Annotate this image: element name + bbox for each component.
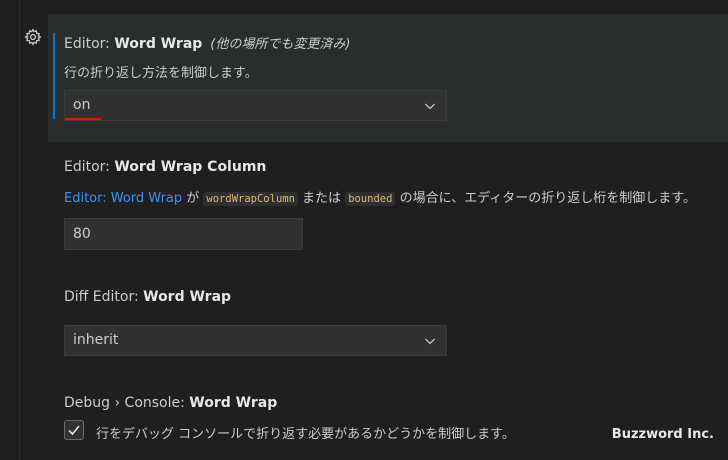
word-wrap-column-input[interactable]: 80: [64, 218, 303, 250]
gutter-divider: [19, 0, 20, 460]
focus-indicator: [53, 33, 55, 119]
modified-note: (他の場所でも変更済み): [210, 37, 351, 52]
setting-category: Debug › Console:: [64, 395, 190, 411]
select-value: on: [73, 97, 91, 113]
select-value: inherit: [73, 332, 119, 348]
setting-category: Diff Editor:: [64, 289, 144, 305]
setting-description: 行をデバッグ コンソールで折り返す必要があるかどうかを制御します。: [96, 427, 515, 442]
watermark: Buzzword Inc.: [611, 427, 714, 442]
gear-icon[interactable]: [24, 28, 42, 46]
debug-console-word-wrap-checkbox[interactable]: [64, 420, 84, 440]
setting-description: 行の折り返し方法を制御します。: [64, 66, 258, 81]
setting-link[interactable]: Editor: Word Wrap: [64, 191, 182, 206]
code-word-wrap-column: wordWrapColumn: [203, 192, 298, 206]
setting-category: Editor:: [64, 159, 115, 175]
word-wrap-select[interactable]: on: [64, 90, 447, 121]
setting-title: Editor: Word Wrap Column: [64, 159, 266, 175]
desc-text: が: [182, 191, 204, 206]
input-value: 80: [73, 226, 91, 242]
code-bounded: bounded: [345, 192, 396, 206]
setting-title: Editor: Word Wrap (他の場所でも変更済み): [64, 33, 350, 52]
desc-text: の場合に、エディターの折り返し桁を制御します。: [395, 191, 696, 206]
setting-name: Word Wrap: [114, 36, 203, 52]
diff-word-wrap-select[interactable]: inherit: [64, 325, 447, 356]
setting-title: Debug › Console: Word Wrap: [64, 395, 277, 411]
setting-title: Diff Editor: Word Wrap: [64, 289, 231, 305]
setting-name: Word Wrap: [143, 289, 232, 305]
setting-name: Word Wrap Column: [114, 159, 267, 175]
setting-name: Word Wrap: [189, 395, 278, 411]
chevron-down-icon: [425, 103, 435, 110]
setting-description: Editor: Word Wrap が wordWrapColumn または b…: [64, 187, 696, 206]
chevron-down-icon: [425, 338, 435, 345]
setting-category: Editor:: [64, 36, 115, 52]
checkmark-icon: [68, 425, 80, 436]
desc-text: または: [297, 191, 346, 206]
error-squiggle: [65, 118, 101, 120]
